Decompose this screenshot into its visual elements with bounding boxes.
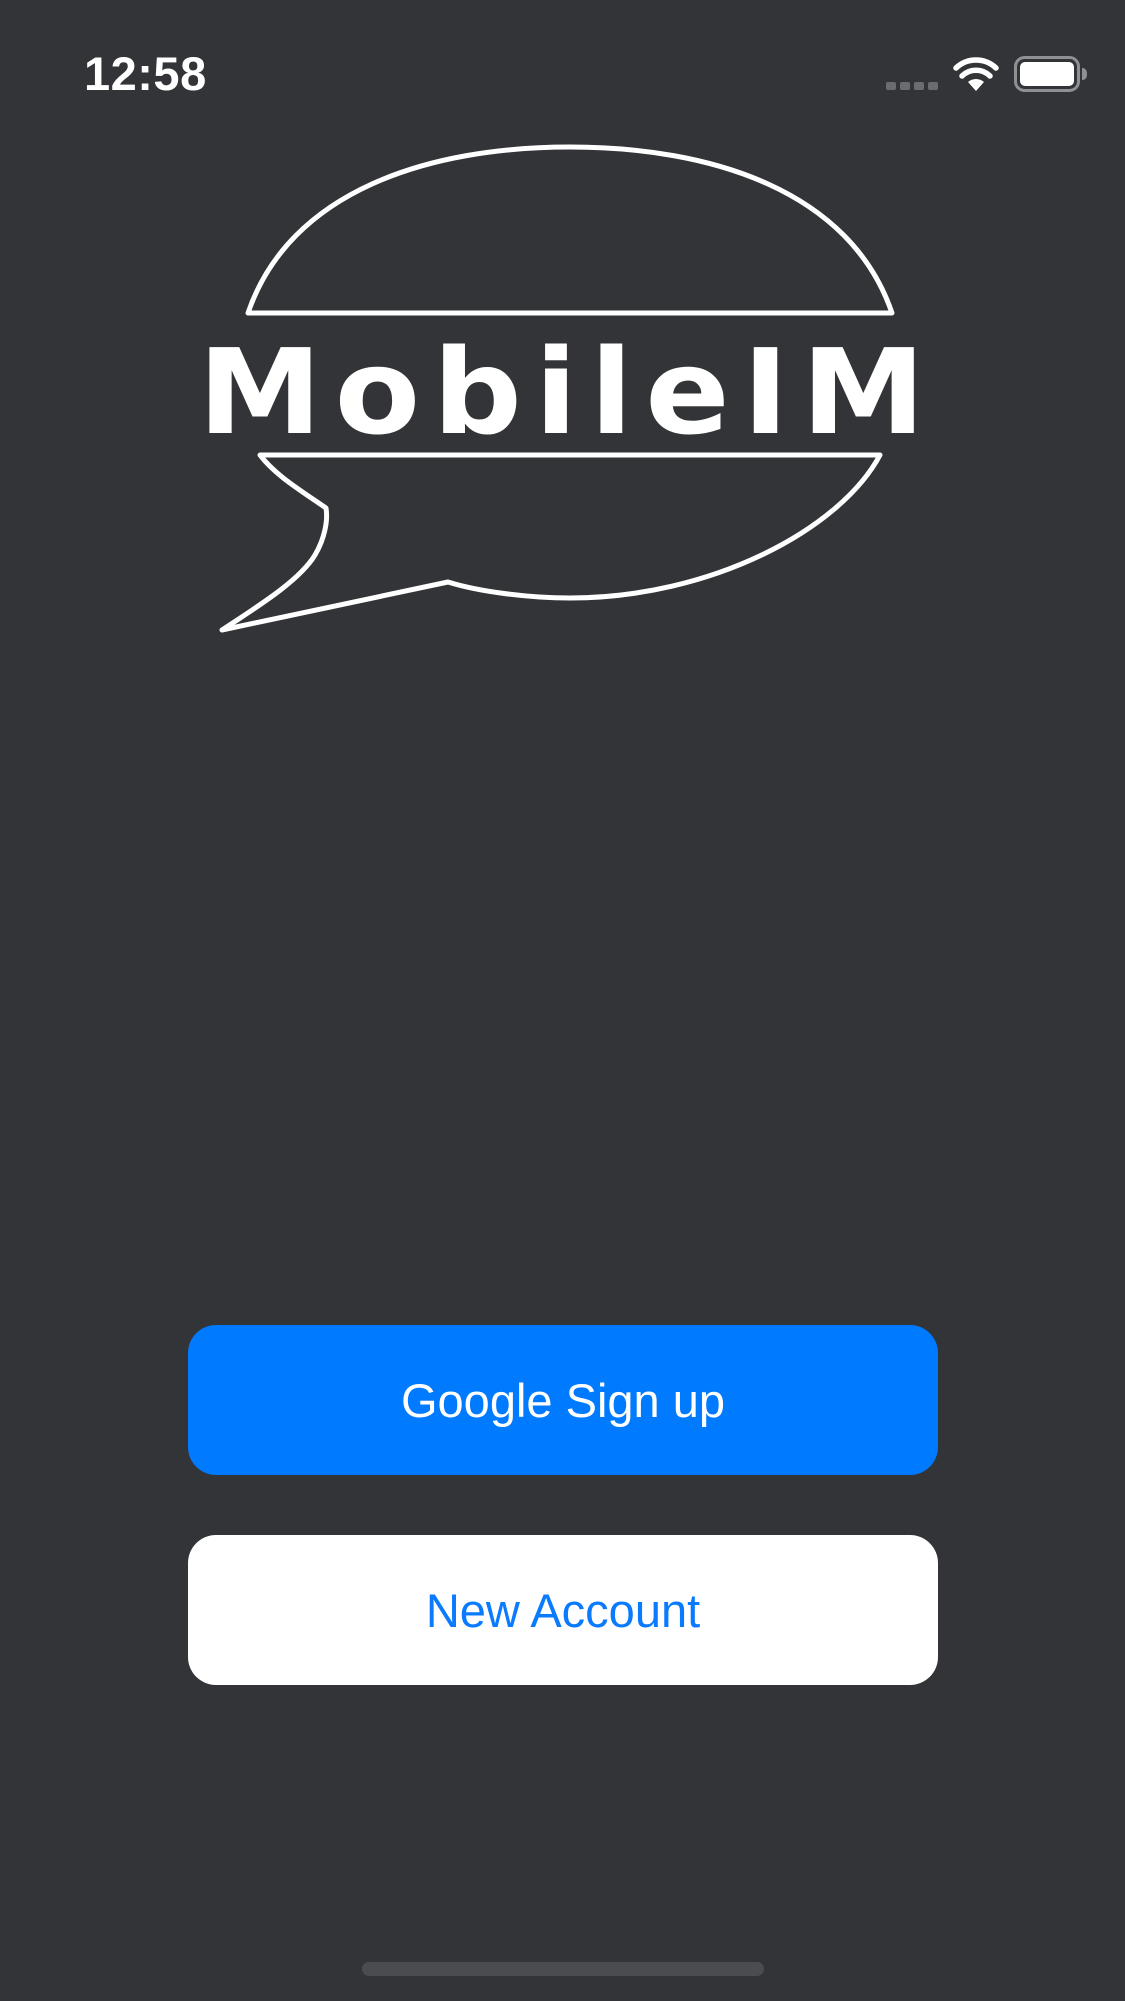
logo-text: MobileIM — [198, 323, 938, 461]
cellular-signal-icon — [886, 82, 938, 90]
new-account-button[interactable]: New Account — [188, 1535, 938, 1685]
battery-icon — [1014, 56, 1087, 92]
status-bar: 12:58 — [0, 0, 1125, 150]
home-indicator[interactable] — [362, 1962, 764, 1976]
google-signup-label: Google Sign up — [400, 1373, 726, 1427]
wifi-icon — [953, 57, 999, 91]
mobileim-logo: MobileIM — [198, 144, 938, 633]
new-account-label: New Account — [425, 1583, 701, 1637]
status-time: 12:58 — [84, 47, 207, 100]
google-signup-button[interactable]: Google Sign up — [188, 1325, 938, 1475]
